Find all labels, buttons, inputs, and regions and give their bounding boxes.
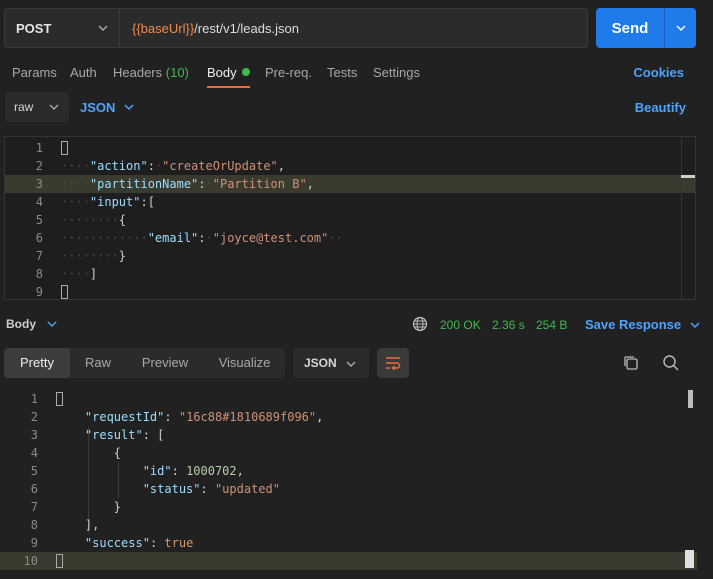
- code-line: 6 ············"email":·"joyce@test.com"··: [35, 231, 343, 245]
- code-line: 8 ],: [30, 518, 100, 532]
- bracket-match-box: [56, 554, 63, 568]
- bracket-match-box: [61, 285, 68, 299]
- cookies-link[interactable]: Cookies: [633, 65, 684, 80]
- send-button[interactable]: Send: [596, 8, 696, 48]
- viewer-scroll-thumb-bottom[interactable]: [685, 550, 694, 568]
- body-language-select[interactable]: JSON: [80, 92, 135, 122]
- url-variable: {{baseUrl}}: [132, 20, 195, 36]
- code-line: 5 ········{: [35, 213, 127, 227]
- save-response-label: Save Response: [585, 317, 682, 332]
- code-line: 7 }: [30, 500, 122, 514]
- tab-raw[interactable]: Raw: [70, 348, 126, 378]
- wrap-lines-button[interactable]: [377, 348, 409, 378]
- body-mode-label: raw: [14, 100, 34, 114]
- viewer-scroll-thumb[interactable]: [688, 390, 693, 408]
- response-view-tabs: Pretty Raw Preview Visualize: [4, 348, 285, 378]
- chevron-down-icon: [49, 104, 59, 110]
- tab-auth[interactable]: Auth: [70, 65, 97, 80]
- chevron-down-icon: [690, 322, 700, 328]
- tab-body[interactable]: Body: [207, 65, 250, 80]
- response-section-label: Body: [6, 317, 36, 331]
- code-line: 9: [5, 283, 695, 301]
- active-tab-indicator: [207, 86, 250, 88]
- chevron-down-icon: [676, 25, 685, 31]
- url-bar: POST {{baseUrl}}/rest/v1/leads.json Send: [4, 8, 709, 48]
- response-status[interactable]: 200 OK: [440, 318, 481, 332]
- body-type-row: raw JSON Beautify: [0, 92, 713, 124]
- response-format-label: JSON: [304, 356, 337, 370]
- code-line: 6 "status": "updated": [30, 482, 280, 496]
- send-label: Send: [611, 19, 649, 37]
- status-dot-icon: [241, 68, 250, 76]
- tab-pretty[interactable]: Pretty: [4, 348, 70, 378]
- request-body-editor[interactable]: 1 2 ····"action":·"createOrUpdate", 3 ····…: [4, 136, 696, 300]
- editor-scroll-thumb[interactable]: [681, 175, 695, 178]
- method-label: POST: [16, 20, 52, 36]
- code-line: 9 "success": true: [30, 536, 194, 550]
- code-line: 2 ····"action":·"createOrUpdate",: [35, 159, 285, 173]
- bracket-match-box: [61, 141, 68, 155]
- url-path: /rest/v1/leads.json: [194, 20, 299, 36]
- method-select[interactable]: POST: [4, 8, 120, 48]
- save-response-button[interactable]: Save Response: [585, 317, 701, 332]
- wrap-lines-icon: [386, 357, 401, 370]
- response-time[interactable]: 2.36 s: [492, 318, 525, 332]
- response-section-select[interactable]: Body: [6, 317, 58, 331]
- tab-preview[interactable]: Preview: [126, 348, 204, 378]
- code-line: 8 ····]: [35, 267, 98, 281]
- chevron-down-icon: [98, 25, 108, 31]
- response-format-select[interactable]: JSON: [293, 348, 369, 378]
- tab-visualize[interactable]: Visualize: [204, 348, 285, 378]
- code-line-active: 10: [0, 552, 697, 570]
- tab-settings[interactable]: Settings: [373, 65, 420, 80]
- code-line-active: 3 ····"partitionName":·"Partition B",: [5, 175, 695, 193]
- response-body-viewer[interactable]: 1 2 "requestId": "16c88#1810689f096", 3 …: [0, 388, 697, 574]
- beautify-button[interactable]: Beautify: [635, 100, 686, 115]
- request-tabs: Params Auth Headers (10) Body Pre-req. T…: [0, 58, 713, 88]
- code-line: 4 ····"input":[: [35, 195, 155, 209]
- code-line: 2 "requestId": "16c88#1810689f096",: [30, 410, 324, 424]
- tab-headers[interactable]: Headers (10): [113, 65, 189, 80]
- code-line: 1: [0, 390, 697, 408]
- search-icon[interactable]: [662, 354, 680, 372]
- code-line: 3 "result": [: [30, 428, 165, 442]
- headers-count: (10): [165, 65, 189, 80]
- tab-tests[interactable]: Tests: [327, 65, 357, 80]
- globe-icon[interactable]: [412, 316, 428, 332]
- copy-icon[interactable]: [622, 354, 640, 372]
- tab-headers-label: Headers: [113, 65, 163, 80]
- response-header: Body 200 OK 2.36 s 254 B Save Response: [0, 312, 713, 336]
- editor-scrollbar[interactable]: [681, 137, 695, 299]
- code-line: 1: [5, 139, 695, 157]
- send-options-button[interactable]: [664, 8, 696, 48]
- chevron-down-icon: [346, 361, 356, 367]
- chevron-down-icon: [47, 321, 57, 327]
- response-size[interactable]: 254 B: [536, 318, 567, 332]
- bracket-match-box: [56, 392, 63, 406]
- code-line: 5 "id": 1000702,: [30, 464, 244, 478]
- body-language-label: JSON: [80, 99, 116, 115]
- code-line: 7 ········}: [35, 249, 127, 263]
- tab-body-label: Body: [207, 65, 237, 80]
- url-input[interactable]: {{baseUrl}}/rest/v1/leads.json: [120, 8, 588, 48]
- chevron-down-icon: [124, 104, 134, 110]
- body-mode-select[interactable]: raw: [5, 92, 69, 122]
- tab-pre-request[interactable]: Pre-req.: [265, 65, 312, 80]
- tab-params[interactable]: Params: [12, 65, 57, 80]
- code-line: 4 {: [30, 446, 122, 460]
